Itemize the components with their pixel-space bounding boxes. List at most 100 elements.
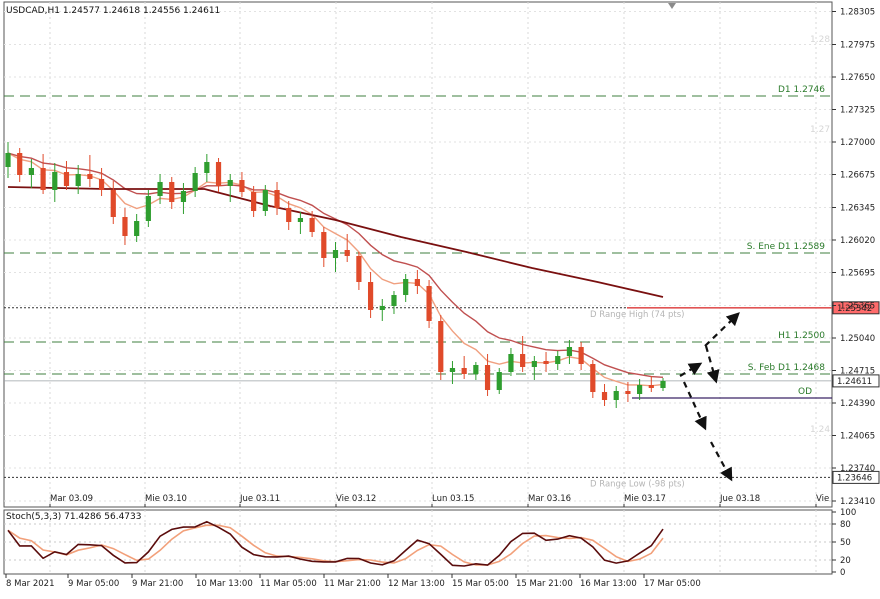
time-tick-label: 11 Mar 21:00 [324,579,381,589]
candle-body [40,168,46,190]
candle-body [426,286,432,321]
time-tick-label: 8 Mar 2021 [6,579,54,589]
candle-body [17,153,23,175]
candle-body [332,250,339,258]
candle-body [87,174,93,179]
level-label: D Range Low (-98 pts) [590,479,685,489]
level-label: D Range High (74 pts) [590,310,684,320]
time-tick-label: 15 Mar 21:00 [516,579,573,589]
chart-window: 1.28 1.27 1.24 D1 1.2746 S. Ene D1 1.2589 D … [0,0,880,599]
price-tick-label: 1.25040 [840,334,875,344]
stoch-tick-label: 20 [840,556,851,566]
candle-body [613,391,619,400]
time-axis: 8 Mar 2021 9 Mar 05:00 9 Mar 21:00 10 Mar 1… [5,574,701,589]
candle-body [461,368,467,374]
time-tick-label: 17 Mar 05:00 [644,579,701,589]
candle-body [520,354,526,367]
top-time-label: Mie 03.17 [624,494,666,504]
candle-body [110,190,116,217]
candle-body [52,172,58,190]
price-axis: 1.28305 1.27975 1.27650 1.27325 1.27000 1.266… [832,8,875,507]
price-tick-label: 1.24715 [840,367,875,377]
candle-body [98,179,105,190]
price-tag-label: 1.23646 [837,473,872,483]
stoch-tick-label: 0 [840,568,845,578]
time-tick-label: 12 Mar 13:00 [388,579,445,589]
candle-body [63,172,70,186]
price-tick-label: 1.23410 [840,497,875,507]
time-tick-label: 15 Mar 05:00 [452,579,509,589]
candle-body [251,192,257,211]
candle-body [590,364,596,392]
price-tick-label: 1.23740 [840,464,875,474]
stoch-tick-label: 100 [840,508,856,518]
stoch-label: Stoch(5,3,3) 71.4286 56.4733 [6,512,141,522]
candle-body [473,365,479,374]
candle-body [438,321,444,372]
candle-body [215,162,222,186]
top-time-label: Vie [816,494,829,504]
price-tick-label: 1.28305 [840,8,875,18]
candle-body [648,385,654,388]
chart-title: USDCAD,H1 1.24577 1.24618 1.24556 1.2461… [6,6,220,16]
candle-body [555,356,561,364]
candle-body [379,306,385,310]
level-label: D1 1.2746 [778,85,825,95]
time-tick-label: 11 Mar 05:00 [260,579,317,589]
grid: 1.28 1.27 1.24 [3,1,833,575]
candle-body [566,347,573,356]
ghost-price-label: 1.24 [810,425,830,435]
candle-body [543,361,549,364]
candle-body [637,385,643,394]
price-tick-label: 1.25365 [840,302,875,312]
time-tick-label: 10 Mar 13:00 [196,579,253,589]
top-time-label: Mie 03.10 [145,494,187,504]
candle-body [262,190,268,211]
candle-body [414,279,420,286]
candle-body [286,208,292,222]
candle-body [496,372,502,390]
candle-body [227,180,233,186]
candle-body [145,196,151,221]
candle-body [508,354,514,372]
price-tick-label: 1.26675 [840,171,875,181]
candle-body [601,392,608,400]
candle-body [403,279,409,295]
price-tick-label: 1.27975 [840,41,875,51]
level-label: H1 1.2500 [778,331,825,341]
candle-body [180,191,187,202]
top-time-label: Mar 03.16 [528,494,571,504]
price-tick-label: 1.26020 [840,236,875,246]
candle-body [356,256,362,282]
top-time-label: Jue 03.11 [239,494,280,504]
candle-body [391,295,397,306]
plot-frame [3,1,833,508]
price-tick-label: 1.26345 [840,204,875,214]
time-tick-label: 9 Mar 21:00 [132,579,183,589]
time-tick-label: 16 Mar 13:00 [580,579,637,589]
candle-body [5,153,11,167]
candle-body [578,347,584,364]
stoch-tick-label: 80 [840,520,851,530]
candle-body [122,217,128,236]
price-tick-label: 1.27000 [840,138,875,148]
candle-body [239,180,245,192]
usdcad-chart: 1.28 1.27 1.24 D1 1.2746 S. Ene D1 1.2589 D … [3,1,880,589]
candle-body [531,361,537,367]
price-tick-label: 1.27325 [840,106,875,116]
candle-body [321,232,327,258]
candle-body [28,168,34,175]
ghost-price-label: 1.28 [810,35,830,45]
candle-body [134,221,140,236]
level-label: S. Ene D1 1.2589 [747,242,826,252]
time-tick-label: 9 Mar 05:00 [68,579,119,589]
candle-body [367,282,374,310]
candle-body [204,162,210,173]
price-tick-label: 1.27650 [840,73,875,83]
price-tick-label: 1.24390 [840,399,875,409]
candle-body [169,182,175,202]
candle-body [484,365,491,390]
price-tick-label: 1.24065 [840,432,875,442]
candle-body [625,391,631,394]
top-time-label: Lun 03.15 [432,494,474,504]
